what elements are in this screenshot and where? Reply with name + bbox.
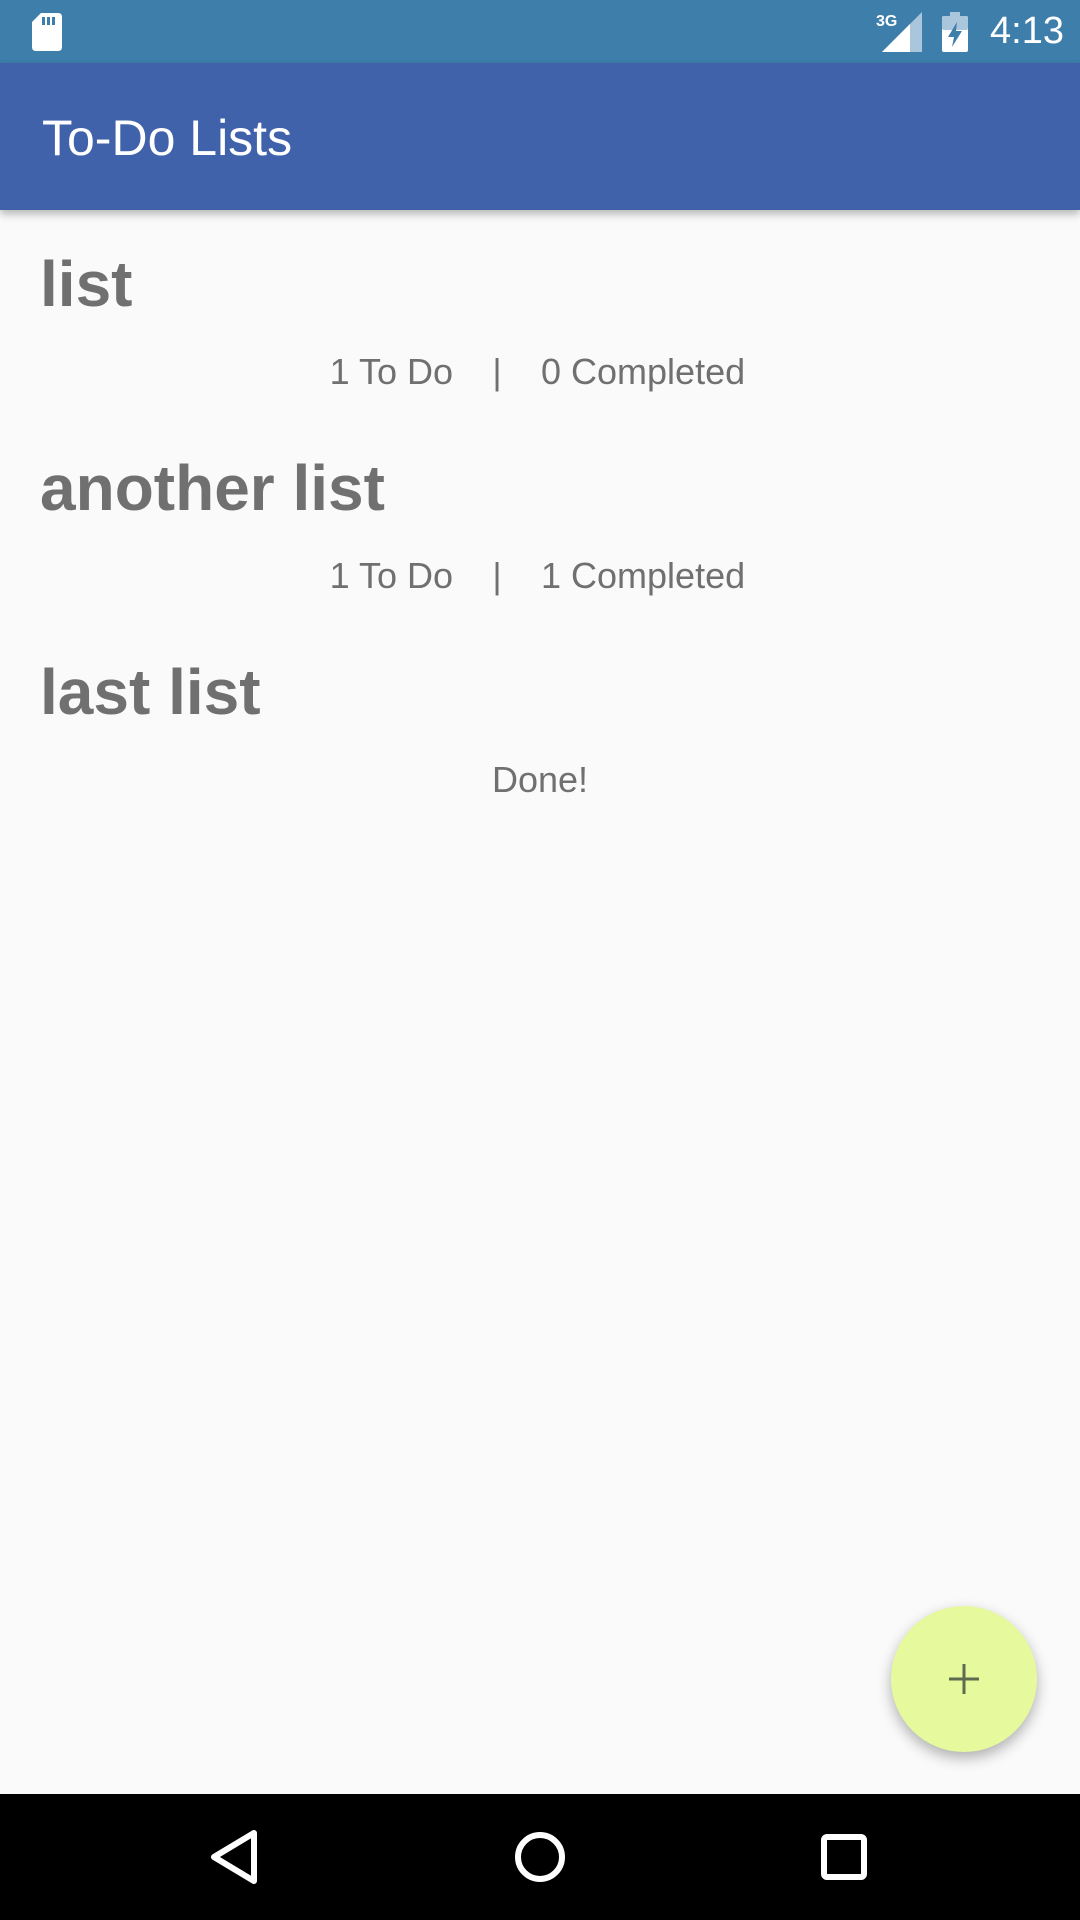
sd-card-icon [32, 13, 62, 51]
list-item[interactable]: list 1 To Do | 0 Completed [0, 210, 1080, 414]
recents-button[interactable] [804, 1817, 884, 1897]
todo-lists: list 1 To Do | 0 Completed another list … [0, 210, 1080, 822]
app-bar: To-Do Lists [0, 63, 1080, 210]
battery-charging-icon [942, 12, 968, 52]
page-title: To-Do Lists [42, 110, 293, 166]
list-item[interactable]: last list Done! [0, 618, 1080, 822]
home-button[interactable] [500, 1817, 580, 1897]
plus-icon [949, 1664, 979, 1694]
done-status: Done! [491, 759, 589, 800]
network-type-label: 3G [876, 13, 897, 30]
todo-count: 1 To Do [329, 555, 453, 596]
todo-count: 1 To Do [329, 351, 453, 392]
list-name: another list [40, 452, 385, 524]
list-stats: 1 To Do | 0 Completed [0, 350, 1080, 394]
completed-count: 1 Completed [541, 555, 746, 596]
navigation-bar [0, 1794, 1080, 1920]
stats-separator: | [492, 351, 502, 392]
stats-separator: | [492, 555, 502, 596]
recents-icon [821, 1834, 867, 1880]
list-stats: 1 To Do | 1 Completed [0, 554, 1080, 598]
back-button[interactable] [196, 1817, 276, 1897]
completed-count: 0 Completed [541, 351, 746, 392]
status-time: 4:13 [990, 10, 1064, 52]
list-name: last list [40, 656, 261, 728]
home-icon [515, 1832, 565, 1882]
add-list-button[interactable] [891, 1606, 1037, 1752]
list-stats: Done! [0, 758, 1080, 802]
list-item[interactable]: another list 1 To Do | 1 Completed [0, 414, 1080, 618]
signal-icon: 3G [876, 12, 922, 52]
back-icon [211, 1830, 257, 1884]
status-bar: 3G 4:13 [0, 0, 1080, 63]
list-name: list [40, 248, 133, 320]
